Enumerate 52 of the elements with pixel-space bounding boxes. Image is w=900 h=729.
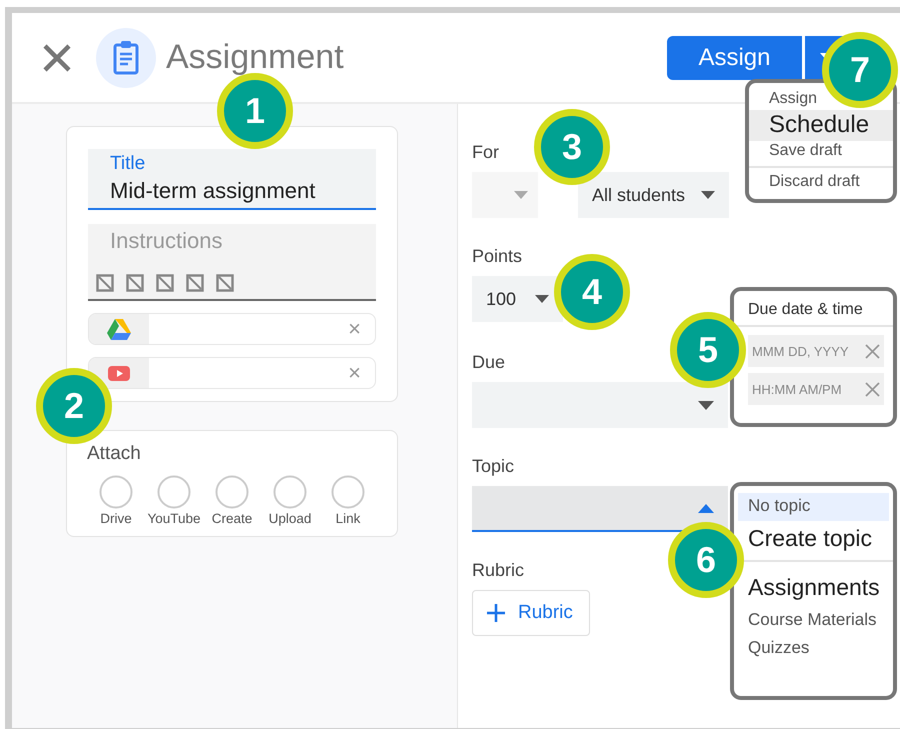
attach-label: Attach bbox=[87, 443, 141, 464]
title-field[interactable]: Title Mid-term assignment bbox=[88, 149, 376, 210]
due-dropdown[interactable] bbox=[472, 382, 728, 428]
circle-icon[interactable] bbox=[273, 475, 307, 509]
drive-icon bbox=[107, 318, 131, 340]
attach-option-label[interactable]: Create bbox=[212, 511, 252, 526]
points-label: Points bbox=[472, 246, 522, 267]
topic-dropdown[interactable] bbox=[472, 486, 728, 532]
circle-icon[interactable] bbox=[99, 475, 133, 509]
caret-icon bbox=[514, 191, 528, 199]
points-dropdown[interactable]: 100 bbox=[472, 276, 563, 322]
popup-title: Due date & time bbox=[748, 301, 864, 319]
crossed-square-icon[interactable] bbox=[126, 274, 144, 292]
for-label: For bbox=[472, 142, 499, 163]
clear-icon[interactable] bbox=[865, 344, 880, 358]
crossed-square-icon[interactable] bbox=[156, 274, 174, 292]
due-label: Due bbox=[472, 352, 506, 373]
caret-up-icon bbox=[698, 504, 714, 512]
circle-icon[interactable] bbox=[331, 475, 365, 509]
callout-marker: 4 bbox=[554, 254, 630, 330]
menu-item[interactable]: Course Materials bbox=[748, 607, 876, 635]
attach-option-label[interactable]: Drive bbox=[100, 511, 132, 526]
menu-item[interactable]: Schedule bbox=[749, 110, 893, 141]
menu-item[interactable]: Discard draft bbox=[769, 172, 860, 193]
attach-option-label[interactable]: Link bbox=[336, 511, 360, 526]
crossed-square-icon[interactable] bbox=[186, 274, 204, 292]
plus-icon bbox=[486, 603, 506, 623]
caret-icon bbox=[698, 400, 714, 410]
crossed-square-icon[interactable] bbox=[96, 274, 114, 292]
menu-item[interactable]: Assign bbox=[769, 89, 818, 110]
attach-option-label[interactable]: YouTube bbox=[147, 511, 201, 526]
attach-option-label[interactable]: Upload bbox=[268, 511, 312, 526]
menu-item[interactable]: Assignments bbox=[748, 570, 880, 607]
students-dropdown[interactable]: All students bbox=[578, 172, 729, 218]
menu-item[interactable]: Quizzes bbox=[748, 635, 810, 663]
callout-marker: 3 bbox=[534, 109, 610, 185]
clear-icon[interactable] bbox=[865, 382, 880, 396]
circle-icon[interactable] bbox=[157, 475, 191, 509]
assign-button[interactable]: Assign bbox=[667, 36, 802, 80]
crossed-square-icon[interactable] bbox=[216, 274, 234, 292]
caret-icon bbox=[701, 191, 715, 199]
video-play-icon bbox=[108, 366, 130, 380]
circle-icon[interactable] bbox=[215, 475, 249, 509]
rubric-label: Rubric bbox=[472, 560, 524, 581]
menu-item[interactable]: No topic bbox=[738, 493, 889, 521]
menu-item[interactable]: Save draft bbox=[769, 141, 842, 162]
close-icon[interactable] bbox=[42, 42, 72, 72]
caret-icon bbox=[535, 295, 549, 303]
topic-label: Topic bbox=[472, 456, 514, 477]
menu-item[interactable]: Create topic bbox=[748, 521, 872, 558]
clipboard-icon bbox=[96, 28, 156, 88]
add-rubric-button[interactable]: Rubric bbox=[472, 590, 590, 636]
